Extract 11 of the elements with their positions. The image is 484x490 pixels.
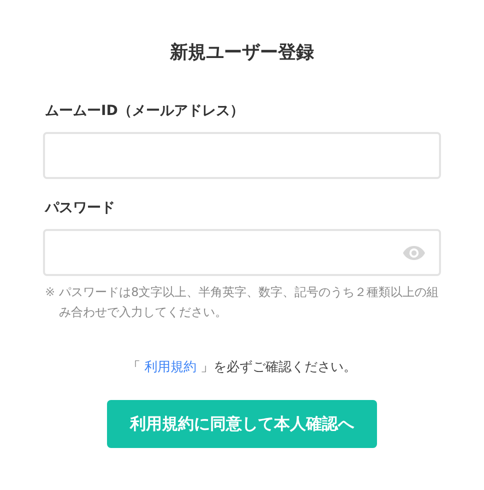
terms-notice: 「 利用規約 」を必ずご確認ください。 bbox=[126, 359, 358, 376]
input-field[interactable] bbox=[43, 229, 441, 276]
submit-button[interactable]: 利用規約に同意して本人確認へ bbox=[107, 400, 377, 448]
eye-icon[interactable] bbox=[403, 246, 425, 260]
password-hint: パスワードは8文字以上、半角英字、数字、記号のうち２種類以上の組み合わせで入力してください。 bbox=[59, 284, 440, 321]
input-field[interactable] bbox=[43, 132, 441, 179]
terms-link[interactable]: 利用規約 bbox=[144, 360, 196, 375]
field-label: ムームーID（メールアドレス） bbox=[45, 102, 244, 120]
page-title: 新規ユーザー登録 bbox=[168, 41, 315, 64]
note-mark: ※ bbox=[45, 284, 56, 301]
field-label: パスワード bbox=[45, 199, 115, 217]
